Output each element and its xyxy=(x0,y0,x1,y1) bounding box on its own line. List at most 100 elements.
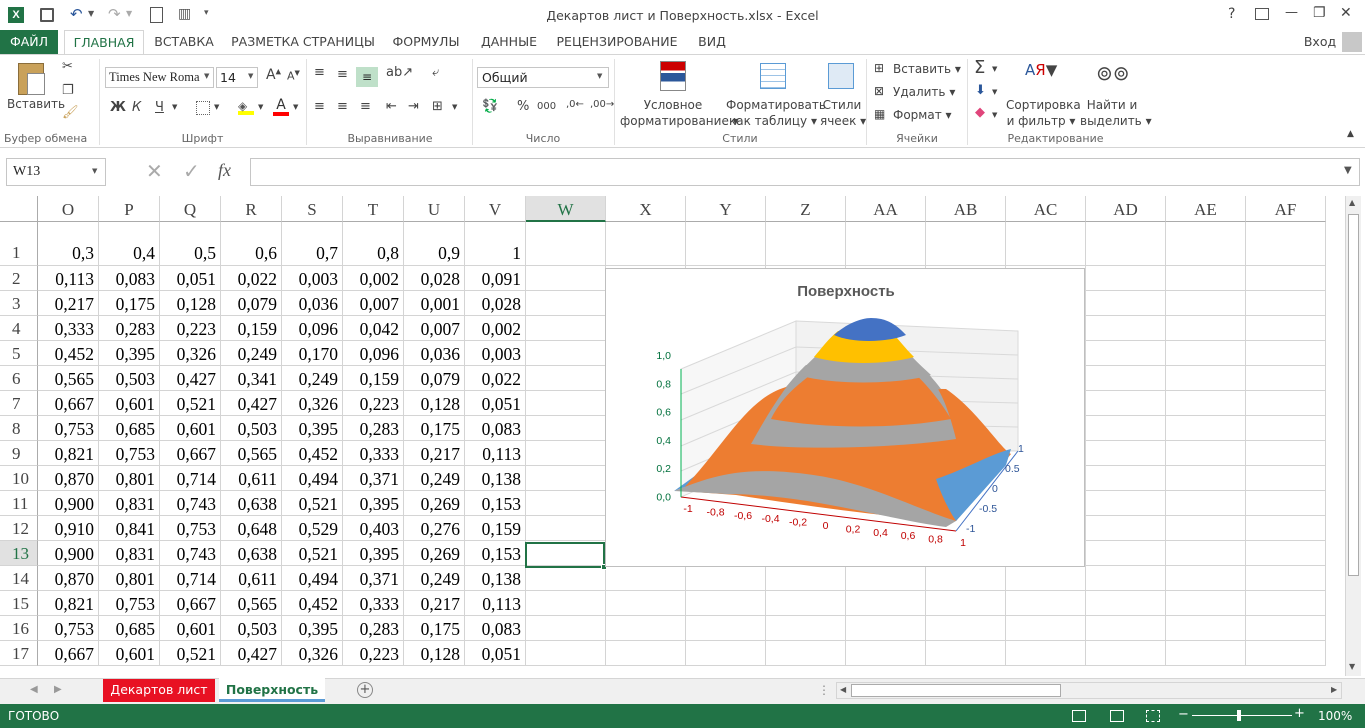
cell[interactable] xyxy=(1246,266,1326,291)
tab-insert[interactable]: ВСТАВКА xyxy=(148,30,220,54)
cell[interactable] xyxy=(1086,441,1166,466)
cell[interactable]: 0,7 xyxy=(282,222,343,266)
cell[interactable]: 0,395 xyxy=(282,416,343,441)
cell[interactable] xyxy=(1246,416,1326,441)
add-sheet-button[interactable]: + xyxy=(357,682,373,698)
cell[interactable]: 0,113 xyxy=(465,591,526,616)
cell[interactable] xyxy=(1086,416,1166,441)
cell[interactable] xyxy=(846,566,926,591)
cell[interactable] xyxy=(1246,391,1326,416)
cell[interactable] xyxy=(1006,222,1086,266)
clear-icon[interactable]: ◆ xyxy=(975,105,985,120)
cell[interactable] xyxy=(926,641,1006,666)
cell[interactable]: 0,036 xyxy=(282,291,343,316)
cell[interactable]: 0,091 xyxy=(465,266,526,291)
cell[interactable] xyxy=(1086,366,1166,391)
cell[interactable] xyxy=(1086,591,1166,616)
cell[interactable]: 0,494 xyxy=(282,466,343,491)
cell[interactable]: 0,601 xyxy=(99,391,160,416)
column-header[interactable]: Y xyxy=(686,196,766,222)
cell[interactable]: 0,403 xyxy=(343,516,404,541)
cell[interactable]: 0,667 xyxy=(160,591,221,616)
cell[interactable]: 0,611 xyxy=(221,566,282,591)
cell[interactable]: 0,003 xyxy=(282,266,343,291)
sort-filter-button[interactable]: Сортировка и фильтр ▾ xyxy=(1006,97,1081,129)
cell[interactable] xyxy=(926,591,1006,616)
chart-object[interactable]: Поверхность 1,0 0,8 0,6 0,4 0,2 0,0 -1 -… xyxy=(605,268,1085,567)
cell[interactable]: 0,371 xyxy=(343,566,404,591)
cell[interactable] xyxy=(1166,616,1246,641)
save-icon[interactable] xyxy=(40,8,54,22)
column-header[interactable]: O xyxy=(38,196,99,222)
cell[interactable]: 0,565 xyxy=(221,591,282,616)
horizontal-scrollbar[interactable]: ◀ ▶ xyxy=(836,682,1342,699)
cell[interactable]: 0,452 xyxy=(282,441,343,466)
row-header[interactable]: 4 xyxy=(0,316,38,341)
currency-icon[interactable]: 💱 xyxy=(482,99,498,114)
cell[interactable] xyxy=(1086,516,1166,541)
cell[interactable] xyxy=(686,222,766,266)
align-center-icon[interactable]: ≡ xyxy=(337,99,348,114)
insert-cells-icon[interactable]: ⊞ xyxy=(874,61,884,75)
cell[interactable]: 0,648 xyxy=(221,516,282,541)
cell[interactable]: 0,503 xyxy=(221,416,282,441)
decrease-indent-icon[interactable]: ⇤ xyxy=(386,99,397,114)
cell[interactable] xyxy=(1166,491,1246,516)
thousands-icon[interactable]: 000 xyxy=(537,101,556,112)
enter-icon[interactable]: ✓ xyxy=(183,159,200,183)
cell[interactable]: 0,003 xyxy=(465,341,526,366)
cell[interactable] xyxy=(1166,291,1246,316)
cell[interactable]: 0,042 xyxy=(343,316,404,341)
column-header[interactable]: U xyxy=(404,196,465,222)
column-header[interactable]: AA xyxy=(846,196,926,222)
cell[interactable] xyxy=(686,591,766,616)
cell[interactable] xyxy=(846,222,926,266)
cell[interactable] xyxy=(1246,491,1326,516)
tab-data[interactable]: ДАННЫЕ xyxy=(476,30,542,54)
row-header[interactable]: 2 xyxy=(0,266,38,291)
cell[interactable]: 0,249 xyxy=(282,366,343,391)
cell[interactable]: 0,821 xyxy=(38,591,99,616)
cell[interactable]: 0,028 xyxy=(404,266,465,291)
cell[interactable]: 0,269 xyxy=(404,491,465,516)
expand-formula-icon[interactable]: ▼ xyxy=(1344,165,1352,176)
cell[interactable] xyxy=(606,641,686,666)
format-painter-icon[interactable]: 🖌 xyxy=(62,105,79,120)
cell[interactable] xyxy=(1166,641,1246,666)
cell[interactable] xyxy=(526,316,606,341)
cell[interactable]: 0,9 xyxy=(404,222,465,266)
increase-font-icon[interactable]: A▲ xyxy=(266,67,281,83)
cell[interactable]: 0,753 xyxy=(38,616,99,641)
formula-input[interactable] xyxy=(250,158,1360,186)
cell[interactable]: 0,503 xyxy=(221,616,282,641)
cell[interactable] xyxy=(526,222,606,266)
cell[interactable]: 0,753 xyxy=(38,416,99,441)
cell[interactable]: 0,870 xyxy=(38,566,99,591)
format-table-icon[interactable] xyxy=(760,63,786,89)
column-header[interactable]: AD xyxy=(1086,196,1166,222)
cell[interactable] xyxy=(526,466,606,491)
cell[interactable]: 0,714 xyxy=(160,466,221,491)
cell[interactable]: 0,036 xyxy=(404,341,465,366)
cell[interactable]: 0,667 xyxy=(38,391,99,416)
cell[interactable] xyxy=(526,291,606,316)
cell[interactable]: 0,079 xyxy=(221,291,282,316)
align-right-icon[interactable]: ≡ xyxy=(360,99,371,114)
cell[interactable] xyxy=(1166,316,1246,341)
cell[interactable]: 0,159 xyxy=(221,316,282,341)
conditional-format-icon[interactable] xyxy=(660,61,686,91)
sort-filter-icon[interactable]: AЯ▼ xyxy=(1025,61,1057,79)
chevron-down-icon[interactable]: ▼ xyxy=(992,111,997,119)
cell[interactable] xyxy=(1166,441,1246,466)
cell[interactable]: 0,138 xyxy=(465,466,526,491)
cell[interactable]: 0,601 xyxy=(160,616,221,641)
cell[interactable]: 0,326 xyxy=(282,391,343,416)
cell[interactable] xyxy=(526,566,606,591)
cell[interactable]: 0,565 xyxy=(38,366,99,391)
scroll-left-icon[interactable]: ◀ xyxy=(840,685,846,694)
cell[interactable]: 0,753 xyxy=(160,516,221,541)
cell[interactable] xyxy=(526,516,606,541)
cell[interactable] xyxy=(1246,341,1326,366)
active-cell[interactable] xyxy=(525,542,605,568)
cell[interactable]: 0,051 xyxy=(465,641,526,666)
